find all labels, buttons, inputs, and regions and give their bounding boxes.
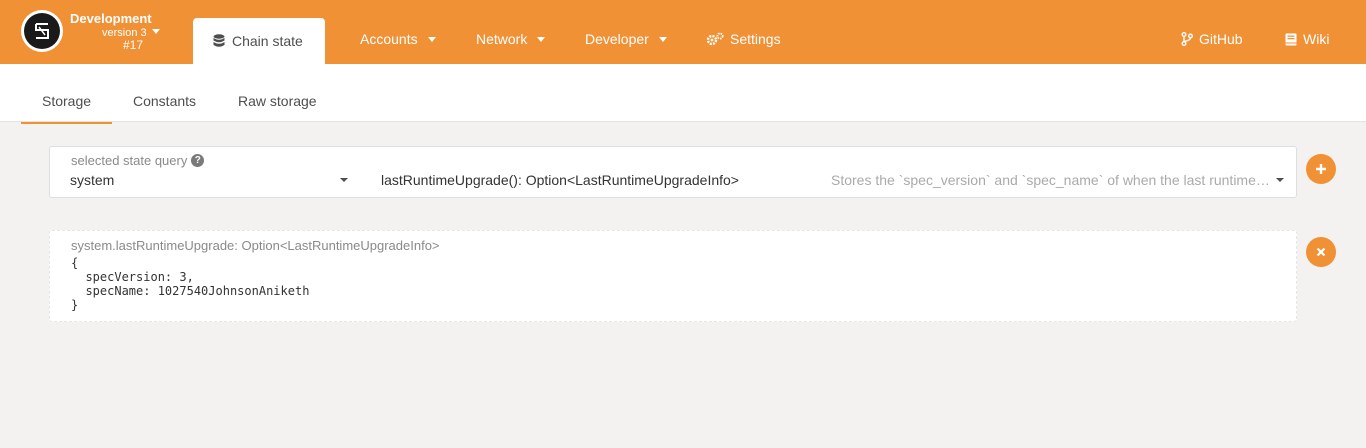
sub-navigation: Storage Constants Raw storage	[0, 64, 1366, 122]
remove-query-button[interactable]	[1306, 237, 1336, 267]
top-bar: Development version 3 #17 Chain state Ac…	[0, 0, 1366, 64]
method-dropdown[interactable]: lastRuntimeUpgrade(): Option<LastRuntime…	[381, 172, 739, 188]
tab-raw-storage[interactable]: Raw storage	[238, 93, 317, 109]
active-tab-indicator	[21, 122, 112, 124]
nav-settings[interactable]: Settings	[706, 31, 781, 47]
book-icon	[1285, 33, 1297, 45]
nav-network[interactable]: Network	[476, 31, 546, 47]
github-link[interactable]: GitHub	[1181, 31, 1243, 47]
gears-icon	[706, 32, 724, 46]
git-branch-icon	[1181, 32, 1193, 46]
method-chevron-down-icon[interactable]	[1276, 178, 1284, 182]
query-label: selected state query ?	[71, 153, 205, 168]
state-query-selector: selected state query ? system lastRuntim…	[49, 146, 1297, 198]
wiki-link[interactable]: Wiki	[1285, 31, 1329, 47]
tab-chain-state[interactable]: Chain state	[193, 18, 325, 64]
help-icon[interactable]: ?	[191, 154, 205, 167]
tab-constants[interactable]: Constants	[133, 93, 196, 109]
chain-name[interactable]: Development	[70, 11, 152, 26]
chain-block-number[interactable]: #17	[123, 38, 143, 52]
method-description[interactable]: Stores the `spec_version` and `spec_name…	[831, 172, 1271, 188]
result-value: { specVersion: 3, specName: 1027540Johns…	[71, 256, 310, 312]
close-icon	[1316, 247, 1326, 257]
query-result: system.lastRuntimeUpgrade: Option<LastRu…	[49, 230, 1297, 322]
tab-chain-state-label: Chain state	[232, 33, 303, 49]
result-label: system.lastRuntimeUpgrade: Option<LastRu…	[71, 238, 440, 253]
module-chevron-down-icon[interactable]	[340, 178, 348, 182]
chevron-down-icon	[537, 36, 546, 42]
add-query-button[interactable]	[1306, 154, 1336, 184]
module-dropdown[interactable]: system	[70, 172, 114, 188]
chain-logo-icon[interactable]	[21, 10, 63, 52]
plus-icon	[1316, 164, 1326, 174]
chevron-down-icon	[427, 36, 436, 42]
chevron-down-icon	[658, 36, 667, 42]
chain-dropdown-chevron-icon[interactable]	[152, 29, 160, 34]
database-icon	[213, 34, 225, 47]
nav-developer[interactable]: Developer	[585, 31, 667, 47]
tab-storage[interactable]: Storage	[42, 93, 91, 109]
nav-accounts[interactable]: Accounts	[360, 31, 436, 47]
